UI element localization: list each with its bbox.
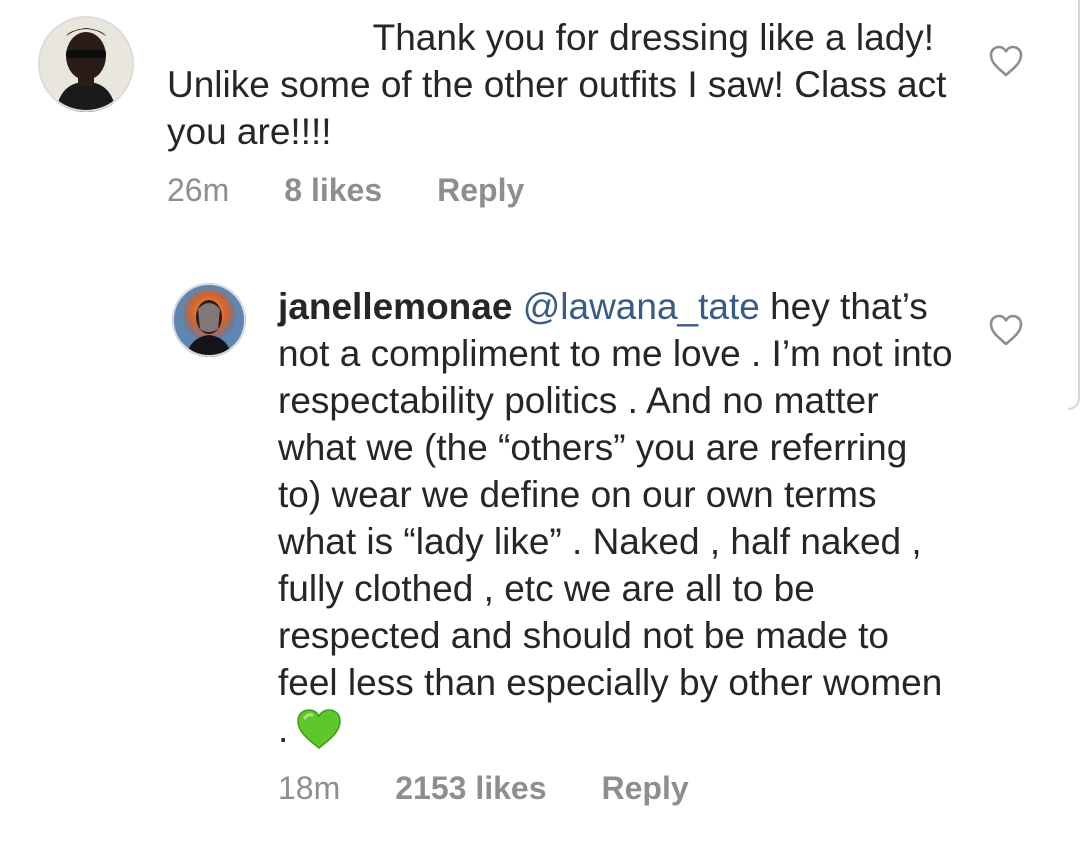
reply-mention-link[interactable]: @lawana_tate (523, 286, 760, 327)
comment-reply-button[interactable]: Reply (437, 172, 524, 209)
reply-likes-link[interactable]: 2153 likes (395, 770, 546, 807)
green-heart-emoji-icon (297, 709, 342, 749)
heart-icon[interactable] (988, 313, 1024, 347)
reply-reply-button[interactable]: Reply (602, 770, 689, 807)
reply-text: janellemonae @lawana_tate hey that’s not… (278, 283, 958, 753)
reply-username[interactable]: janellemonae (278, 286, 512, 327)
comment-text: Thank you for dressing like a lady! Unli… (167, 17, 957, 152)
commenter-avatar[interactable] (38, 16, 134, 112)
reply-meta: 18m 2153 likes Reply (278, 770, 689, 807)
reply-body: hey that’s not a compliment to me love .… (278, 286, 963, 750)
comment-timestamp: 26m (167, 172, 230, 208)
comment-likes-link[interactable]: 8 likes (284, 172, 382, 209)
comment-meta: 26m 8 likes Reply (167, 172, 524, 209)
reply-avatar[interactable] (172, 283, 246, 357)
heart-icon[interactable] (988, 44, 1024, 78)
reply-timestamp: 18m (278, 770, 341, 806)
scroll-edge-divider (1068, 0, 1080, 410)
